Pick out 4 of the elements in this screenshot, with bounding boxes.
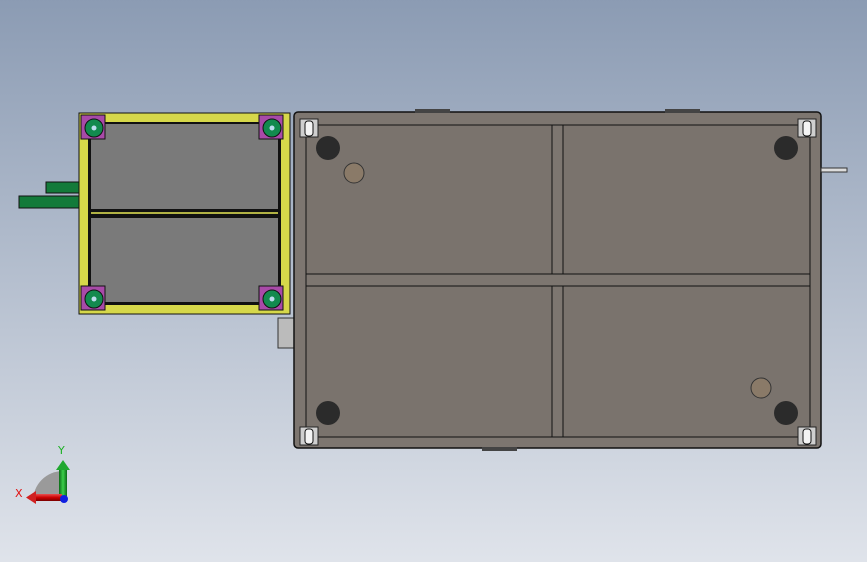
x-axis-label: X: [15, 487, 23, 500]
origin-icon: [60, 495, 68, 503]
x-axis-arrow: [26, 491, 62, 504]
y-axis-label: Y: [58, 444, 65, 457]
